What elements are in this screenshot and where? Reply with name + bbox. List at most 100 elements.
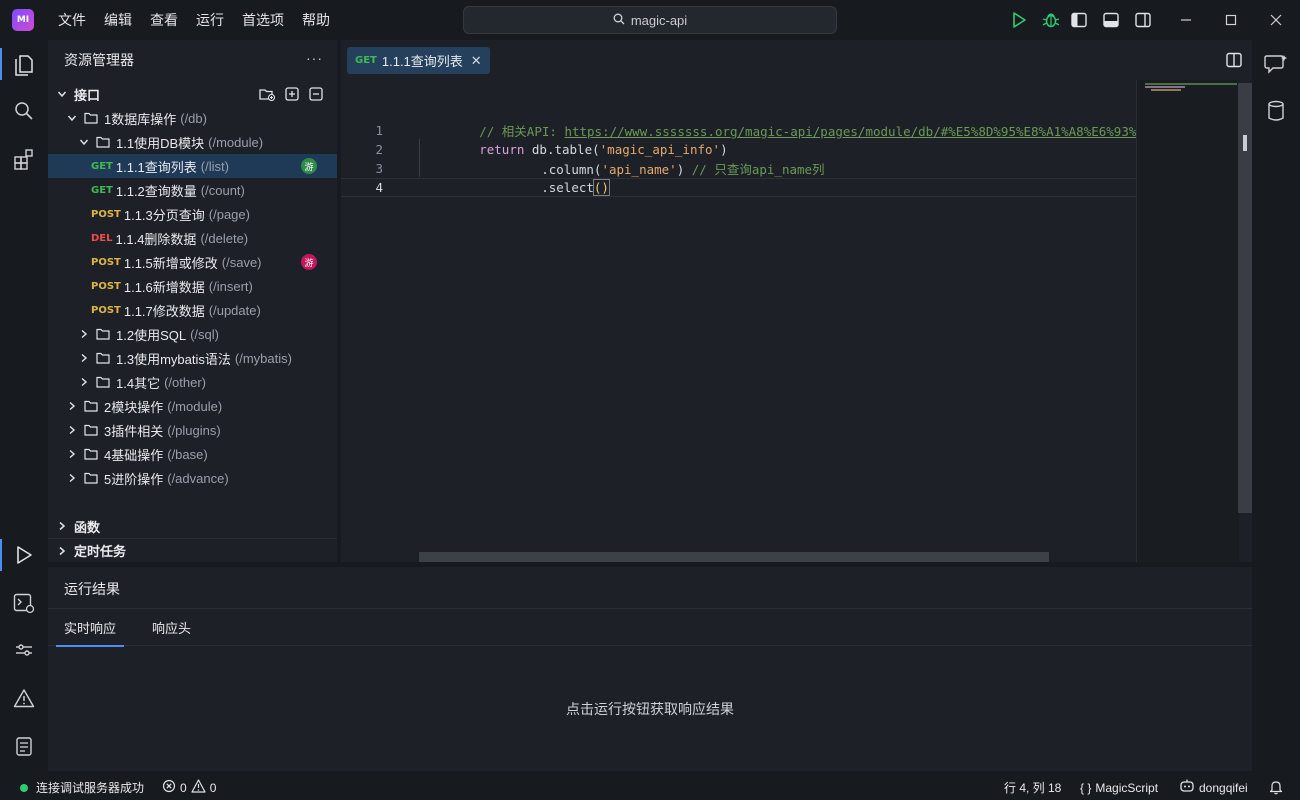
horizontal-scrollbar[interactable] (419, 552, 1049, 562)
tree-folder-modules[interactable]: 2模块操作 (/module) (48, 394, 337, 418)
menu-bar: 文件 编辑 查看 运行 首选项 帮助 (50, 0, 340, 40)
minimap-line (1151, 89, 1181, 91)
log-icon[interactable] (0, 726, 48, 766)
menu-run[interactable]: 运行 (188, 10, 232, 30)
tree-item-name: 1.1.7修改数据 (123, 303, 205, 319)
code-editor[interactable]: 1 // 相关API: https://www.sssssss.org/magi… (341, 80, 1174, 562)
output-title: 运行结果 (64, 581, 120, 597)
tree-folder-plugins[interactable]: 3插件相关 (/plugins) (48, 418, 337, 442)
toggle-bottom-panel-icon[interactable] (1101, 10, 1121, 30)
split-editor-icon[interactable] (1226, 52, 1242, 71)
run-icon[interactable] (1009, 10, 1029, 30)
method-delete: DEL (91, 232, 113, 244)
extensions-icon[interactable] (0, 139, 48, 179)
close-tab-icon[interactable]: ✕ (471, 53, 482, 69)
chevron-down-icon (56, 88, 68, 100)
language-mode[interactable]: { } MagicScript (1080, 775, 1158, 800)
tree-folder-sql[interactable]: 1.2使用SQL (/sql) (48, 322, 337, 346)
section-functions[interactable]: 函数 (48, 514, 337, 538)
tab-label: 1.1.1查询列表 (381, 54, 463, 69)
menu-view[interactable]: 查看 (142, 10, 186, 30)
chevron-down-icon (78, 136, 90, 148)
run-panel-icon[interactable] (0, 535, 48, 575)
line-number: 3 (375, 161, 383, 176)
ai-chat-icon[interactable] (1252, 44, 1300, 84)
menu-file[interactable]: 文件 (50, 10, 94, 30)
new-folder-icon[interactable] (259, 87, 276, 104)
minimize-icon[interactable] (1176, 10, 1196, 30)
section-api-label: 接口 (74, 87, 101, 103)
tree-folder-db[interactable]: 1数据库操作 (/db) (48, 106, 337, 130)
debug-console-icon[interactable] (0, 583, 48, 623)
maximize-icon[interactable] (1221, 10, 1241, 30)
section-api[interactable]: 接口 (48, 82, 337, 106)
menu-help[interactable]: 帮助 (294, 10, 338, 30)
right-activity-bar (1252, 40, 1300, 775)
error-icon (162, 779, 176, 796)
tree-api-list[interactable]: GET 1.1.1查询列表 (/list) 游 (48, 154, 337, 178)
tree-api-count[interactable]: GET 1.1.2查询数量 (/count) (48, 178, 337, 202)
section-tasks[interactable]: 定时任务 (48, 538, 337, 562)
folder-icon (84, 448, 98, 460)
menu-edit[interactable]: 编辑 (96, 10, 140, 30)
connected-dot-icon (20, 783, 28, 792)
toggle-right-panel-icon[interactable] (1133, 10, 1153, 30)
method-get: GET (355, 55, 377, 66)
tree-folder-base[interactable]: 4基础操作 (/base) (48, 442, 337, 466)
code-line-current: 4 .select() (341, 178, 1136, 197)
toggle-left-panel-icon[interactable] (1069, 10, 1089, 30)
warning-icon[interactable] (0, 678, 48, 718)
debug-icon[interactable] (1041, 10, 1061, 30)
method-post: POST (91, 256, 121, 268)
tree-item-path: (/insert) (208, 278, 253, 294)
tree-api-delete[interactable]: DEL 1.1.4删除数据 (/delete) (48, 226, 337, 250)
more-actions-icon[interactable]: ··· (306, 50, 323, 66)
tree-folder-mybatis[interactable]: 1.3使用mybatis语法 (/mybatis) (48, 346, 337, 370)
chevron-down-icon (66, 112, 78, 124)
tree-api-update[interactable]: POST 1.1.7修改数据 (/update) (48, 298, 337, 322)
folder-icon (84, 400, 98, 412)
warning-count: 0 (209, 780, 217, 795)
tree-item-name: 1.1.2查询数量 (115, 183, 197, 199)
cursor-position[interactable]: 行 4, 列 18 (1004, 775, 1061, 800)
explorer-icon[interactable] (0, 44, 48, 84)
editor-tab-list[interactable]: GET 1.1.1查询列表 ✕ (347, 47, 490, 74)
tab-realtime-response[interactable]: 实时响应 (55, 609, 125, 647)
robot-icon (1179, 779, 1195, 796)
close-window-icon[interactable] (1266, 10, 1286, 30)
tree-folder-other[interactable]: 1.4其它 (/other) (48, 370, 337, 394)
folder-icon (96, 376, 110, 388)
tree-item-path: (/module) (208, 134, 264, 150)
code-line: 3 .column('api_name') // 只查询api_name列 (341, 159, 1136, 178)
chevron-right-icon (78, 352, 90, 364)
command-search[interactable]: magic-api (463, 6, 837, 34)
tree-api-save[interactable]: POST 1.1.5新增或修改 (/save) 游 (48, 250, 337, 274)
code-call: .select (541, 180, 594, 195)
tree-api-page[interactable]: POST 1.1.3分页查询 (/page) (48, 202, 337, 226)
problems-status[interactable]: 0 0 (162, 775, 216, 800)
folder-icon (84, 472, 98, 484)
collapse-all-icon[interactable] (309, 87, 323, 104)
tree-folder-advance[interactable]: 5进阶操作 (/advance) (48, 466, 337, 490)
search-panel-icon[interactable] (0, 91, 48, 131)
settings-sliders-icon[interactable] (0, 630, 48, 670)
tree-item-path: (/sql) (190, 326, 219, 342)
tree-item-path: (/mybatis) (234, 350, 292, 366)
output-tab-bar: 实时响应 响应头 (48, 608, 1252, 647)
vertical-scrollbar[interactable] (1238, 83, 1252, 513)
tab-response-headers[interactable]: 响应头 (152, 609, 191, 646)
tree-api-insert[interactable]: POST 1.1.6新增数据 (/insert) (48, 274, 337, 298)
tree-item-name: 1.4其它 (116, 375, 161, 391)
tree-item-path: (/save) (221, 254, 262, 270)
database-icon[interactable] (1252, 91, 1300, 131)
new-api-icon[interactable] (285, 87, 299, 104)
menu-preferences[interactable]: 首选项 (234, 10, 292, 30)
minimap[interactable] (1136, 80, 1239, 562)
notifications-bell-icon[interactable] (1269, 775, 1283, 800)
connection-status[interactable]: 连接调试服务器成功 (20, 775, 144, 800)
user-account[interactable]: dongqifei (1179, 775, 1248, 800)
tree-item-path: (/count) (200, 182, 245, 198)
scroll-cursor-marker (1243, 135, 1247, 151)
tree-folder-module[interactable]: 1.1使用DB模块 (/module) (48, 130, 337, 154)
line-number: 4 (375, 180, 383, 195)
